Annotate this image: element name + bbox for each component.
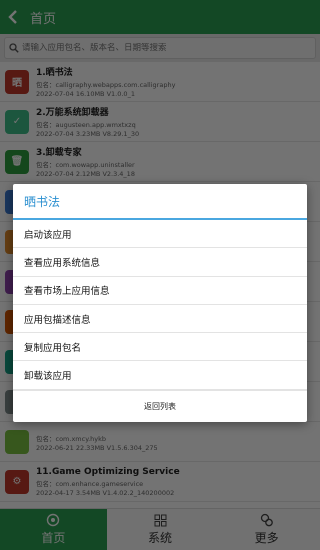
view-market-info-option[interactable]: 查看市场上应用信息 (13, 277, 307, 305)
app-action-dialog: 晒书法 启动该应用 查看应用系统信息 查看市场上应用信息 应用包描述信息 复制应… (13, 184, 307, 422)
view-system-info-option[interactable]: 查看应用系统信息 (13, 248, 307, 277)
package-description-option[interactable]: 应用包描述信息 (13, 305, 307, 334)
copy-package-name-option[interactable]: 复制应用包名 (13, 333, 307, 362)
dialog-title: 晒书法 (13, 184, 307, 220)
uninstall-app-option[interactable]: 卸载该应用 (13, 361, 307, 390)
back-to-list-button[interactable]: 返回列表 (13, 389, 307, 423)
launch-app-option[interactable]: 启动该应用 (13, 220, 307, 249)
